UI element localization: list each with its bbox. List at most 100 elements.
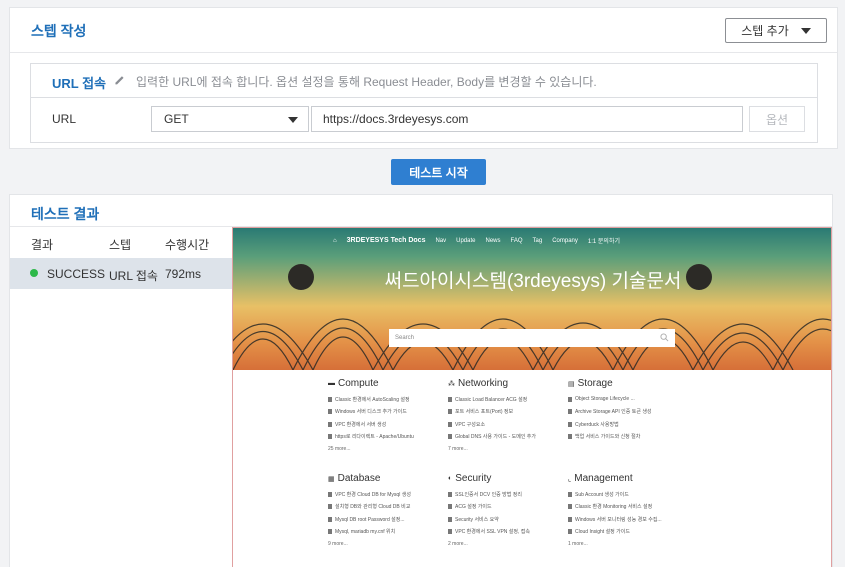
column-header-step: 스텝: [109, 238, 132, 252]
document-icon: [448, 491, 452, 497]
list-item[interactable]: VPC 구성요소: [455, 421, 485, 428]
url-step-box: URL 접속 입력한 URL에 접속 합니다. 옵션 설정을 통해 Reques…: [30, 63, 818, 143]
result-step: URL 접속: [109, 269, 158, 283]
list-item[interactable]: 포트 서비스 포트(Port) 정보: [455, 408, 513, 415]
chart-icon: ⌞: [568, 475, 572, 483]
list-item[interactable]: VPC 환경에서 SSL VPN 설정, 접속: [455, 528, 530, 535]
document-icon: [328, 434, 332, 440]
document-icon: [568, 409, 572, 415]
list-item[interactable]: 설치형 DB와 관리형 Cloud DB 비교: [335, 503, 410, 510]
category-title[interactable]: Storage: [578, 378, 613, 389]
document-icon: [568, 421, 572, 427]
category-title[interactable]: Networking: [458, 378, 508, 389]
category-title[interactable]: Compute: [338, 378, 379, 389]
category-networking: ⁂ Networking Classic Load Balancer ACG 설정…: [448, 378, 560, 455]
document-icon: [448, 396, 452, 402]
divider: [10, 52, 837, 53]
list-item[interactable]: Classic 환경 Monitoring 서비스 설정: [575, 503, 652, 510]
search-placeholder: Search: [395, 335, 415, 341]
list-item[interactable]: Mysql, mariadb my.cnf 위치: [335, 528, 395, 535]
list-item[interactable]: 백업 서비스 가이드와 신청 절차: [575, 433, 640, 440]
list-item[interactable]: Security 서비스 요약: [455, 516, 499, 523]
result-title: 테스트 결과: [31, 206, 100, 222]
docs-search-input[interactable]: Search: [389, 329, 675, 347]
nav-item-nav[interactable]: Nav: [435, 238, 446, 244]
nav-item-contact[interactable]: 1:1 문의하기: [588, 236, 620, 245]
list-item[interactable]: Archive Storage API 인증 토큰 생성: [575, 408, 652, 415]
url-step-header: URL 접속 입력한 URL에 접속 합니다. 옵션 설정을 통해 Reques…: [31, 64, 817, 98]
docs-brand[interactable]: 3RDEYESYS Tech Docs: [347, 237, 426, 244]
list-item[interactable]: Windows 서버 디스크 추가 가이드: [335, 408, 407, 415]
category-title[interactable]: Security: [455, 473, 491, 484]
document-icon: [448, 434, 452, 440]
document-icon: [568, 529, 572, 535]
list-item[interactable]: Object Storage Lifecycle ...: [575, 396, 635, 402]
pencil-icon[interactable]: [113, 73, 126, 86]
list-item[interactable]: Global DNS 사용 가이드 - 도메인 추가: [455, 433, 536, 440]
list-item[interactable]: https로 리다이렉트 - Apache/Ubuntu: [335, 433, 414, 440]
result-panel: 테스트 결과 결과 스텝 수행시간 SUCCESS URL 접속 792ms ⌂…: [9, 194, 833, 567]
success-status-dot: [30, 269, 38, 277]
chevron-down-icon: [800, 27, 811, 34]
more-link[interactable]: 9 more...: [328, 538, 440, 550]
document-icon: [448, 529, 452, 535]
list-item[interactable]: Windows 서버 모니터링 성능 경보 수집...: [575, 516, 662, 523]
option-button[interactable]: 옵션: [749, 106, 805, 132]
category-compute: ▬ Compute Classic 환경에서 AutoScaling 설정 Win…: [328, 378, 440, 455]
list-item[interactable]: VPC 환경 Cloud DB for Mysql 생성: [335, 491, 411, 498]
database-icon: ▦: [328, 475, 335, 483]
document-icon: [448, 421, 452, 427]
nav-item-update[interactable]: Update: [456, 238, 475, 244]
category-title[interactable]: Management: [574, 473, 632, 484]
more-link[interactable]: 7 more...: [448, 443, 560, 455]
nav-item-company[interactable]: Company: [552, 238, 578, 244]
document-icon: [568, 516, 572, 522]
list-item[interactable]: Sub Account 생성 가이드: [575, 491, 629, 498]
list-item[interactable]: Cloud Insight 설정 가이드: [575, 528, 630, 535]
result-status: SUCCESS: [47, 267, 106, 281]
category-management: ⌞ Management Sub Account 생성 가이드 Classic 환…: [568, 473, 680, 550]
document-icon: [328, 396, 332, 402]
nav-item-news[interactable]: News: [486, 238, 501, 244]
category-database: ▦ Database VPC 환경 Cloud DB for Mysql 생성 설…: [328, 473, 440, 550]
document-icon: [328, 491, 332, 497]
add-step-button[interactable]: 스텝 추가: [725, 18, 827, 43]
list-item[interactable]: ACG 설정 가이드: [455, 503, 492, 510]
list-item[interactable]: SSL인증서 DCV 인증 방법 정리: [455, 491, 522, 498]
document-icon: [328, 504, 332, 510]
nav-item-tag[interactable]: Tag: [533, 238, 543, 244]
search-icon: [660, 333, 669, 342]
start-test-button[interactable]: 테스트 시작: [391, 159, 486, 185]
result-row[interactable]: SUCCESS URL 접속 792ms: [10, 258, 232, 289]
network-icon: ⁂: [448, 380, 455, 388]
list-item[interactable]: Cyberduck 사용방법: [575, 421, 619, 428]
shield-icon: ◐: [448, 475, 453, 482]
method-select[interactable]: GET: [151, 106, 309, 132]
home-icon[interactable]: ⌂: [333, 238, 337, 244]
url-input[interactable]: https://docs.3rdeyesys.com: [311, 106, 743, 132]
list-item[interactable]: Mysql DB root Password 설정...: [335, 516, 405, 523]
docs-nav: ⌂ 3RDEYESYS Tech Docs Nav Update News FA…: [333, 236, 620, 245]
list-item[interactable]: Classic Load Balancer ACG 설정: [455, 396, 527, 403]
list-item[interactable]: Classic 환경에서 AutoScaling 설정: [335, 396, 410, 403]
document-icon: [328, 529, 332, 535]
category-security: ◐ Security SSL인증서 DCV 인증 방법 정리 ACG 설정 가이드…: [448, 473, 560, 550]
nav-item-faq[interactable]: FAQ: [511, 238, 523, 244]
category-title[interactable]: Database: [338, 473, 381, 484]
url-label: URL: [52, 112, 77, 126]
document-icon: [448, 504, 452, 510]
more-link[interactable]: 25 more...: [328, 443, 440, 455]
step-panel: 스텝 작성 스텝 추가 URL 접속 입력한 URL에 접속 합니다. 옵션 설…: [9, 7, 838, 149]
more-link[interactable]: 1 more...: [568, 538, 680, 550]
method-value: GET: [164, 112, 189, 126]
document-icon: [568, 434, 572, 440]
server-icon: ▬: [328, 380, 335, 387]
more-link[interactable]: 2 more...: [448, 538, 560, 550]
column-header-result: 결과: [31, 238, 54, 252]
list-item[interactable]: VPC 환경에서 서버 생성: [335, 421, 386, 428]
document-icon: [568, 396, 572, 402]
document-icon: [568, 504, 572, 510]
document-icon: [448, 409, 452, 415]
document-icon: [328, 516, 332, 522]
url-step-description: 입력한 URL에 접속 합니다. 옵션 설정을 통해 Request Heade…: [136, 75, 597, 89]
